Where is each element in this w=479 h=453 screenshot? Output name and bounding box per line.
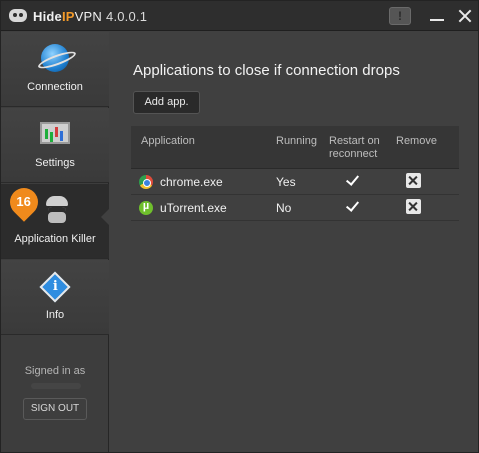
app-name: chrome.exe <box>160 175 223 189</box>
title-hide: Hide <box>33 9 62 24</box>
sidebar-item-label: Info <box>45 309 65 321</box>
sidebar-item-application-killer[interactable]: 16 Application Killer <box>1 182 109 259</box>
title-vpn: VPN <box>74 9 103 24</box>
app-logo-icon <box>9 9 27 22</box>
column-running: Running <box>276 135 317 147</box>
sidebar-item-connection[interactable]: Connection <box>1 32 109 107</box>
minimize-button[interactable] <box>422 1 452 31</box>
window-title: HideIPVPN 4.0.0.1 <box>33 9 147 24</box>
sidebar-item-info[interactable]: i Info <box>1 260 109 335</box>
table-header: Application Running Restart on reconnect… <box>131 126 459 169</box>
main-panel: Applications to close if connection drop… <box>110 32 478 452</box>
signed-in-user-redacted <box>31 383 81 389</box>
monitor-chart-icon <box>40 122 70 144</box>
exclamation-icon: ! <box>398 9 402 23</box>
globe-icon <box>41 44 69 72</box>
remove-button[interactable] <box>406 199 421 214</box>
table-row: chrome.exe Yes <box>131 169 459 195</box>
running-status: Yes <box>276 175 296 189</box>
applications-table: Application Running Restart on reconnect… <box>131 126 459 221</box>
sidebar-item-label: Application Killer <box>14 233 96 245</box>
sidebar-item-settings[interactable]: Settings <box>1 108 109 183</box>
app-name: uTorrent.exe <box>160 201 227 215</box>
running-status: No <box>276 201 292 215</box>
sidebar: Connection Settings 16 Application Kille… <box>1 32 109 452</box>
sign-out-button[interactable]: SIGN OUT <box>23 398 87 420</box>
close-button[interactable] <box>450 1 479 31</box>
spy-icon <box>45 196 69 226</box>
remove-button[interactable] <box>406 173 421 188</box>
column-application: Application <box>141 135 195 147</box>
notification-button[interactable]: ! <box>389 7 411 25</box>
count-badge: 16 <box>4 182 44 222</box>
column-remove: Remove <box>396 135 437 147</box>
badge-count: 16 <box>16 194 31 210</box>
restart-checkbox[interactable] <box>345 173 359 187</box>
table-row: uTorrent.exe No <box>131 195 459 221</box>
sidebar-item-label: Settings <box>35 157 75 169</box>
active-pointer-arrow <box>101 208 110 226</box>
signed-in-label: Signed in as <box>24 365 86 377</box>
info-diamond-icon: i <box>39 271 71 303</box>
title-bar: HideIPVPN 4.0.0.1 ! <box>1 1 478 31</box>
version-label: 4.0.0.1 <box>106 9 148 24</box>
add-app-button[interactable]: Add app. <box>133 91 200 114</box>
utorrent-icon <box>139 200 153 215</box>
title-ip: IP <box>61 9 75 24</box>
sidebar-item-label: Connection <box>27 81 83 93</box>
page-title: Applications to close if connection drop… <box>133 62 400 79</box>
app-window: HideIPVPN 4.0.0.1 ! Connection Settings 1… <box>0 0 479 453</box>
restart-checkbox[interactable] <box>345 199 359 213</box>
column-restart: Restart on reconnect <box>329 135 380 160</box>
chrome-icon <box>139 175 153 189</box>
